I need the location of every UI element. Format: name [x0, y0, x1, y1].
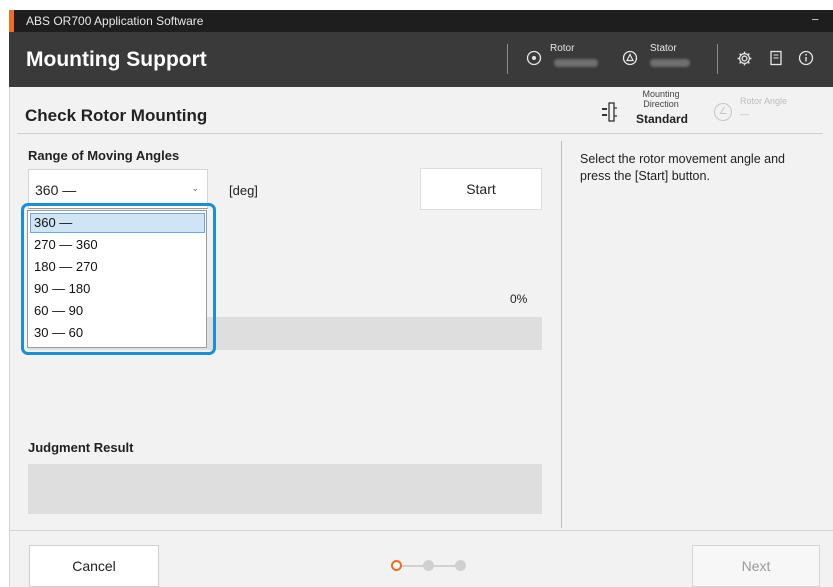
step-indicator-3 — [455, 560, 466, 571]
dropdown-option[interactable]: 90 — 180 — [30, 279, 205, 299]
rotor-angle-label: Rotor Angle — [740, 96, 788, 106]
window-title: ABS OR700 Application Software — [26, 14, 204, 28]
gear-icon[interactable] — [735, 50, 753, 68]
dropdown-option[interactable]: 30 — 60 — [30, 323, 205, 343]
range-select-value: 360 — — [35, 182, 77, 198]
stator-value-redacted — [650, 59, 690, 67]
step-connector — [434, 565, 456, 567]
app-header: Mounting Support Rotor Stator — [9, 32, 833, 87]
rotor-value-redacted — [554, 59, 598, 67]
start-button[interactable]: Start — [420, 168, 542, 210]
dropdown-option[interactable]: 270 — 360 — [30, 235, 205, 255]
instruction-text: Select the rotor movement angle and pres… — [580, 152, 785, 183]
range-select[interactable]: 360 — ⌄ — [28, 169, 208, 209]
judgment-label: Judgment Result — [28, 440, 134, 455]
title-divider — [17, 133, 823, 134]
dropdown-option[interactable]: 60 — 90 — [30, 301, 205, 321]
rotor-label: Rotor — [550, 43, 575, 54]
panel-divider — [561, 141, 562, 528]
header-divider — [507, 44, 508, 74]
cancel-button[interactable]: Cancel — [29, 545, 159, 587]
range-label: Range of Moving Angles — [28, 148, 180, 163]
step-connector — [402, 565, 424, 567]
footer-divider — [9, 530, 833, 531]
minimize-button[interactable]: − — [811, 12, 819, 27]
title-accent — [9, 10, 14, 32]
step-indicator-2 — [423, 560, 434, 571]
dropdown-option[interactable]: 180 — 270 — [30, 257, 205, 277]
range-dropdown-list: 360 — 270 — 360 180 — 270 90 — 180 60 — … — [27, 210, 207, 348]
unit-label: [deg] — [229, 183, 258, 198]
target-circle-icon — [525, 50, 543, 68]
rotor-angle-value: — — [740, 109, 749, 119]
triangle-circle-icon — [621, 50, 639, 68]
mounting-direction-label: Mounting Direction — [642, 89, 680, 109]
info-icon[interactable] — [797, 50, 815, 68]
mounting-direction-icon — [600, 100, 620, 124]
header-title: Mounting Support — [26, 48, 207, 71]
angle-gauge-icon: ∠ — [714, 103, 732, 121]
dropdown-option[interactable]: 360 — — [30, 213, 205, 233]
judgment-result-box — [28, 464, 542, 514]
title-bar: ABS OR700 Application Software − — [9, 10, 833, 32]
header-divider — [717, 44, 718, 74]
progress-percent: 0% — [510, 292, 528, 306]
next-button[interactable]: Next — [692, 545, 820, 587]
book-icon[interactable] — [767, 50, 785, 68]
mounting-direction-value: Standard — [636, 112, 689, 126]
page-title: Check Rotor Mounting — [25, 106, 208, 125]
step-indicator-1 — [391, 560, 402, 571]
chevron-down-icon: ⌄ — [191, 183, 199, 193]
stator-label: Stator — [650, 43, 677, 54]
